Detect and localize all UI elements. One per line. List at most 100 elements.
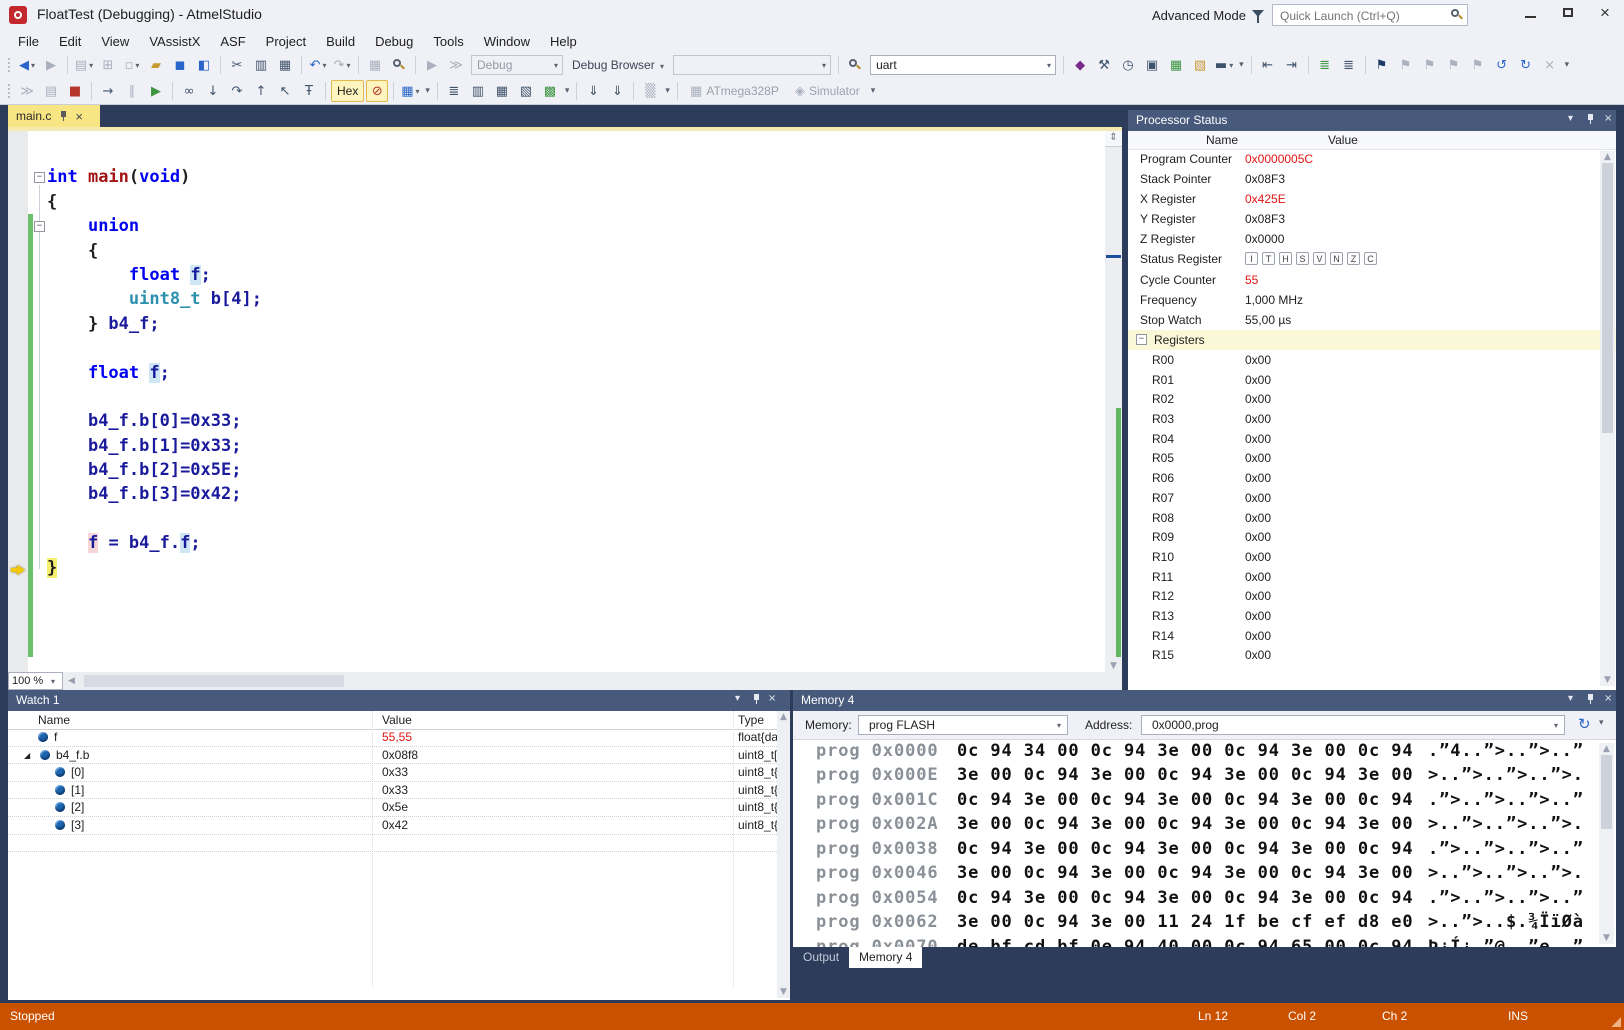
break-all-button[interactable]: ∥ [121, 80, 143, 102]
pin-icon[interactable] [59, 110, 68, 122]
menu-edit[interactable]: Edit [49, 32, 91, 51]
cut-button[interactable]: ✂ [226, 54, 248, 76]
step-over-button[interactable]: ↷ [226, 80, 248, 102]
close-icon[interactable]: × [1604, 113, 1612, 124]
screenshot-button[interactable]: ▩ [539, 80, 561, 102]
close-icon[interactable]: × [75, 109, 83, 124]
redo-button[interactable]: ↷▾ [331, 54, 353, 76]
scroll-left-icon[interactable]: ◀ [68, 676, 75, 686]
scroll-down-icon[interactable]: ▼ [777, 987, 790, 997]
status-flag-v[interactable]: V [1313, 252, 1326, 265]
memory-header[interactable]: Memory 4 ▾ × [793, 690, 1616, 711]
menu-window[interactable]: Window [474, 32, 540, 51]
menu-tools[interactable]: Tools [423, 32, 473, 51]
va-options-button[interactable]: ◆ [1069, 54, 1091, 76]
close-button[interactable]: × [1588, 0, 1622, 28]
open-file-button[interactable]: ▰ [145, 54, 167, 76]
horizontal-scrollbar-thumb[interactable] [84, 675, 344, 687]
toolbar-overflow-icon[interactable]: ▾ [1599, 718, 1604, 728]
start-debugging-button[interactable]: ▶ [421, 54, 443, 76]
stop-debugging-button[interactable]: ■ [64, 80, 86, 102]
status-flag-s[interactable]: S [1296, 252, 1309, 265]
watch-row[interactable]: [2]0x5euint8_t{c [8, 799, 777, 817]
watch-row[interactable]: f55,55float{dat [8, 729, 777, 747]
mode-filter-icon[interactable] [1252, 10, 1264, 17]
scroll-up-icon[interactable]: ▲ [1599, 744, 1614, 754]
console-window-button[interactable]: ▬▾ [1213, 54, 1235, 76]
toolbar-overflow[interactable]: ▾ [665, 86, 670, 96]
pin-icon[interactable] [1586, 693, 1595, 705]
toolbar-grip[interactable] [7, 83, 12, 99]
toolbar-overflow[interactable]: ▾ [1565, 60, 1570, 70]
breakpoints-window-button[interactable]: ▦▾ [399, 80, 421, 102]
advanced-mode-dropdown[interactable]: Advanced Mode [1152, 8, 1246, 23]
call-stack-button[interactable]: ≣ [443, 80, 465, 102]
memory-space-combo[interactable]: prog FLASH ▾ [858, 715, 1068, 735]
chevron-down-icon[interactable]: ▾ [735, 693, 740, 704]
navigate-forward-blue-button[interactable]: ↻ [1515, 54, 1537, 76]
watch-row[interactable]: ◢b4_f.b0x08f8uint8_t[4 [8, 747, 777, 765]
maximize-button[interactable] [1552, 0, 1586, 28]
add-item-button[interactable]: ⊞ [97, 54, 119, 76]
quick-launch-box[interactable] [1272, 4, 1468, 26]
previous-bookmark-button[interactable]: ⚑ [1395, 54, 1417, 76]
quick-launch-input[interactable] [1278, 6, 1448, 26]
expander-icon[interactable]: ◢ [24, 751, 30, 760]
editor-vertical-scrollbar[interactable]: ⇕ ▼ [1105, 131, 1122, 672]
save-all-button[interactable]: ◧ [193, 54, 215, 76]
chevron-down-icon[interactable]: ▾ [1568, 113, 1573, 124]
device-programming-button[interactable]: ▦ [1165, 54, 1187, 76]
device-upload-button[interactable]: ▧ [1189, 54, 1211, 76]
save-button[interactable]: ◼ [169, 54, 191, 76]
memory-dump[interactable]: prog 0x00000c 94 34 00 0c 94 3e 00 0c 94… [793, 741, 1599, 947]
watch-row[interactable]: [1]0x33uint8_t{c [8, 782, 777, 800]
paste-button[interactable]: ▦ [274, 54, 296, 76]
toggle-bookmark-button[interactable]: ⚑ [1371, 54, 1393, 76]
show-next-statement-button[interactable]: → [97, 80, 119, 102]
previous-bookmark-folder-button[interactable]: ⚑ [1443, 54, 1465, 76]
toolbar-overflow[interactable]: ▾ [1239, 60, 1244, 70]
increase-indent-button[interactable]: ⇥ [1281, 54, 1303, 76]
step-out-button[interactable]: ↑ [250, 80, 272, 102]
watch-empty-row[interactable] [8, 835, 777, 853]
menu-debug[interactable]: Debug [365, 32, 423, 51]
pin-icon[interactable] [752, 693, 761, 705]
attach-button[interactable]: ▤ [40, 80, 62, 102]
refresh-icon[interactable]: ↻ [1578, 715, 1591, 733]
watch-scrollbar[interactable]: ▲ ▼ [777, 711, 790, 998]
sort-lines-button[interactable]: ≣ [1314, 54, 1336, 76]
clear-bookmarks-button[interactable]: × [1539, 54, 1561, 76]
io-view-button[interactable]: ▥ [467, 80, 489, 102]
menu-view[interactable]: View [91, 32, 139, 51]
sort-selection-button[interactable]: ≣ [1338, 54, 1360, 76]
menu-asf[interactable]: ASF [210, 32, 255, 51]
code-text[interactable]: int main(void){ union { float f; uint8_t… [47, 131, 1104, 672]
navigate-backward-button[interactable]: ◀▾ [16, 54, 38, 76]
status-flag-n[interactable]: N [1330, 252, 1343, 265]
resize-grip[interactable] [1611, 1017, 1621, 1027]
menu-file[interactable]: File [8, 32, 49, 51]
status-flag-c[interactable]: C [1364, 252, 1377, 265]
next-bookmark-button[interactable]: ⚑ [1419, 54, 1441, 76]
close-icon[interactable]: × [1604, 693, 1612, 704]
bottom-tab-output[interactable]: Output [793, 947, 849, 968]
watch-header[interactable]: Watch 1 ▾ × [8, 690, 790, 711]
scrollbar-thumb[interactable] [1602, 163, 1613, 433]
close-icon[interactable]: × [768, 693, 776, 704]
copy-button[interactable]: ▥ [250, 54, 272, 76]
run-to-cursor-button[interactable]: Ŧ [298, 80, 320, 102]
scroll-up-icon[interactable]: ▲ [1600, 152, 1615, 162]
menu-vassistx[interactable]: VAssistX [139, 32, 210, 51]
step-button[interactable]: ≫ [445, 54, 467, 76]
collapse-icon[interactable]: − [1136, 334, 1147, 345]
toolbar-grip[interactable] [7, 57, 12, 73]
quick-find-button[interactable] [388, 54, 410, 76]
navigate-back-blue-button[interactable]: ↺ [1491, 54, 1513, 76]
find-in-files-button[interactable]: ▦ [364, 54, 386, 76]
toolbar-overflow[interactable]: ▾ [565, 86, 570, 96]
bottom-tab-memory-4[interactable]: Memory 4 [849, 947, 922, 968]
breakpoint-margin[interactable] [8, 131, 28, 672]
tools-button[interactable]: ⚒ [1093, 54, 1115, 76]
box-selection-button[interactable]: ▣ [1141, 54, 1163, 76]
toolbar-overflow[interactable]: ▾ [871, 86, 876, 96]
